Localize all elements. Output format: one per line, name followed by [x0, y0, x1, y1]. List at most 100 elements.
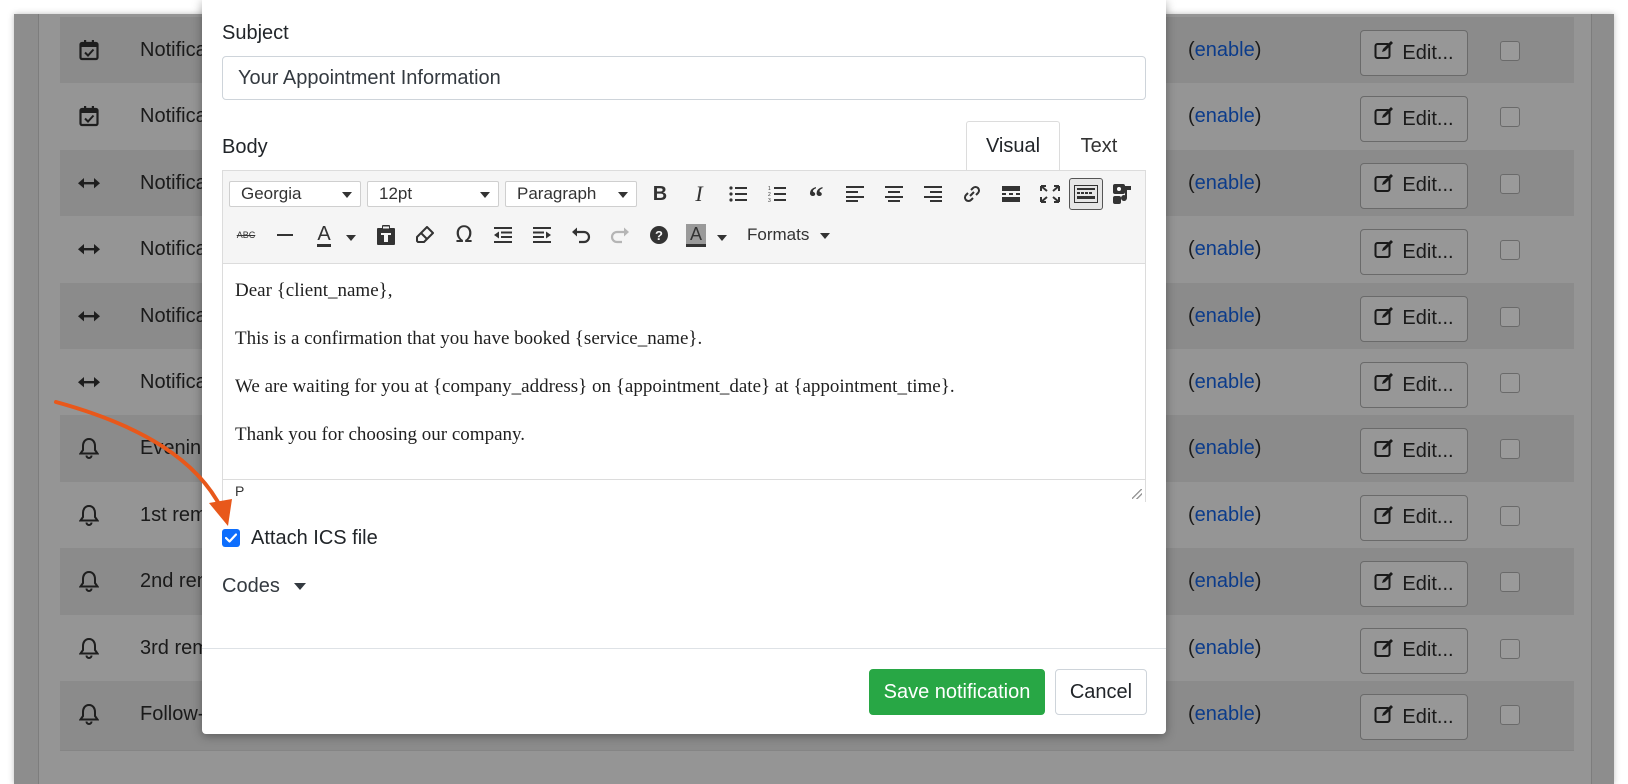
edit-button[interactable]: Edit...: [1360, 295, 1468, 342]
strikethrough-button[interactable]: ABC: [231, 220, 261, 250]
edit-button[interactable]: Edit...: [1360, 494, 1468, 541]
svg-text:3: 3: [768, 198, 771, 202]
notification-status: (enable): [1188, 703, 1261, 726]
bell-icon: [76, 502, 102, 528]
chevron-down-icon: [618, 192, 628, 198]
edit-icon: [1374, 704, 1394, 730]
quote-icon: “: [808, 181, 824, 214]
background-color-icon: A: [685, 223, 706, 247]
paren-close: ): [1254, 437, 1262, 460]
align-right-button[interactable]: [918, 179, 948, 209]
text-color-dropdown-icon[interactable]: [346, 235, 356, 241]
fullscreen-button[interactable]: [1035, 179, 1065, 209]
bold-button[interactable]: B: [645, 179, 675, 209]
codes-toggle[interactable]: Codes: [222, 575, 306, 598]
attach-ics-checkbox-row[interactable]: Attach ICS file: [222, 526, 378, 550]
row-checkbox[interactable]: [1500, 240, 1520, 261]
indent-button[interactable]: [527, 220, 557, 250]
edit-icon: [1374, 505, 1394, 531]
row-checkbox[interactable]: [1500, 439, 1520, 460]
align-left-button[interactable]: [840, 179, 870, 209]
paren-open: (: [1188, 570, 1195, 593]
row-checkbox[interactable]: [1500, 107, 1520, 128]
enable-link[interactable]: enable: [1195, 637, 1255, 659]
resize-handle-icon[interactable]: [1132, 489, 1142, 499]
element-path[interactable]: P: [235, 483, 244, 499]
font-family-select[interactable]: Georgia: [229, 181, 361, 207]
enable-link[interactable]: enable: [1195, 172, 1255, 194]
bell-icon: [76, 435, 102, 461]
attach-ics-checkbox[interactable]: [222, 529, 240, 547]
edit-button[interactable]: Edit...: [1360, 162, 1468, 209]
row-checkbox[interactable]: [1500, 572, 1520, 593]
background-color-button[interactable]: A: [681, 220, 711, 250]
chevron-down-icon: [480, 192, 490, 198]
tab-text[interactable]: Text: [1064, 121, 1134, 171]
chevron-down-icon: [342, 192, 352, 198]
attach-ics-label[interactable]: Attach ICS file: [251, 527, 378, 550]
subject-input[interactable]: [222, 56, 1146, 100]
horizontal-line-button[interactable]: [270, 220, 300, 250]
block-format-select[interactable]: Paragraph: [505, 181, 637, 207]
clipboard-icon: [377, 225, 395, 245]
blockquote-button[interactable]: “: [801, 179, 831, 213]
row-checkbox[interactable]: [1500, 505, 1520, 526]
edit-button[interactable]: Edit...: [1360, 362, 1468, 408]
edit-button[interactable]: Edit...: [1360, 229, 1468, 276]
save-notification-button[interactable]: Save notification: [869, 669, 1045, 715]
enable-link[interactable]: enable: [1195, 305, 1255, 327]
enable-link[interactable]: enable: [1195, 570, 1255, 592]
bullet-list-button[interactable]: [723, 179, 753, 209]
edit-button[interactable]: Edit...: [1360, 30, 1468, 76]
arrows-horizontal-icon: [76, 303, 102, 329]
insert-media-button[interactable]: [1109, 179, 1139, 209]
outdent-button[interactable]: [488, 220, 518, 250]
enable-link[interactable]: enable: [1195, 238, 1255, 260]
tab-visual[interactable]: Visual: [966, 121, 1060, 171]
paren-open: (: [1188, 503, 1195, 526]
font-size-select[interactable]: 12pt: [367, 181, 499, 207]
edit-button[interactable]: Edit...: [1360, 627, 1468, 674]
enable-link[interactable]: enable: [1195, 437, 1255, 459]
read-more-button[interactable]: [996, 179, 1026, 209]
special-character-button[interactable]: Ω: [449, 220, 479, 250]
numbered-list-button[interactable]: 123: [762, 179, 792, 209]
font-size-value: 12pt: [379, 184, 413, 203]
row-checkbox[interactable]: [1500, 306, 1520, 327]
edit-button[interactable]: Edit...: [1360, 428, 1468, 475]
row-checkbox[interactable]: [1500, 173, 1520, 194]
clear-formatting-button[interactable]: [410, 220, 440, 250]
undo-button[interactable]: [566, 220, 596, 250]
edit-icon: [1374, 306, 1394, 332]
row-checkbox[interactable]: [1500, 373, 1520, 393]
enable-link[interactable]: enable: [1195, 371, 1255, 393]
edit-button[interactable]: Edit...: [1360, 96, 1468, 143]
italic-button[interactable]: I: [684, 179, 714, 209]
redo-button[interactable]: [605, 220, 635, 250]
link-icon: [963, 185, 981, 203]
edit-button[interactable]: Edit...: [1360, 694, 1468, 740]
insert-link-button[interactable]: [957, 179, 987, 209]
edit-label: Edit...: [1402, 439, 1454, 462]
paste-text-button[interactable]: [371, 220, 401, 250]
align-center-button[interactable]: [879, 179, 909, 209]
background-color-dropdown-icon[interactable]: [717, 235, 727, 241]
help-button[interactable]: ?: [644, 220, 674, 250]
row-checkbox[interactable]: [1500, 41, 1520, 61]
enable-link[interactable]: enable: [1195, 105, 1255, 127]
editor-content[interactable]: Dear {client_name}, This is a confirmati…: [235, 279, 1125, 471]
text-color-button[interactable]: A: [309, 220, 339, 250]
row-checkbox[interactable]: [1500, 705, 1520, 725]
paren-close: ): [1254, 105, 1262, 128]
bell-icon: [76, 635, 102, 661]
enable-link[interactable]: enable: [1195, 703, 1255, 725]
edit-button[interactable]: Edit...: [1360, 561, 1468, 608]
formats-menu[interactable]: Formats: [747, 225, 831, 245]
toolbar-toggle-button[interactable]: [1069, 178, 1103, 210]
strikethrough-icon: ABC: [236, 230, 256, 240]
enable-link[interactable]: enable: [1195, 39, 1255, 61]
subject-label: Subject: [222, 22, 289, 44]
enable-link[interactable]: enable: [1195, 504, 1255, 526]
row-checkbox[interactable]: [1500, 638, 1520, 659]
cancel-button[interactable]: Cancel: [1055, 669, 1147, 715]
